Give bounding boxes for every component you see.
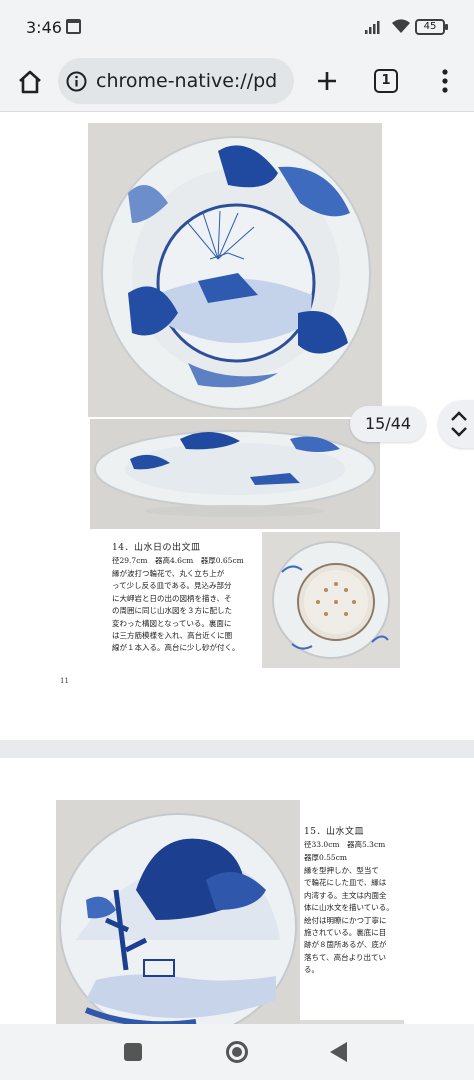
caption-item-14: 14．山水日の出文皿 径29.7cm 器高4.6cm 器厚0.65cm 縁が波打… <box>112 540 258 655</box>
url-text[interactable]: chrome-native://pd <box>96 70 277 92</box>
chevron-up-down-icon <box>451 411 467 437</box>
new-tab-icon[interactable] <box>312 66 342 96</box>
caption-line: で輪花にした皿で、縁は <box>304 878 387 888</box>
caption-line: 変わった構図となっている。裏面に <box>112 618 232 628</box>
plate-photo-landscape <box>56 800 300 1024</box>
caption-line: に大岬岩と日の出の図柄を描き、そ <box>112 593 232 603</box>
status-time: 3:46 <box>26 18 62 37</box>
plate-photo-front <box>88 123 382 417</box>
caption-line: 施されている。裏底に目 <box>304 928 387 938</box>
caption-meta: 径33.0cm 器高5.3cm <box>304 840 386 849</box>
calendar-icon <box>66 19 81 34</box>
signal-icon <box>365 21 380 34</box>
system-nav-bar <box>0 1024 474 1080</box>
caption-meta-2: 器厚0.55cm <box>304 853 348 862</box>
caption-line: 落ちて、高台より出てい <box>304 952 386 962</box>
browser-toolbar: chrome-native://pd 1 <box>0 52 474 112</box>
wifi-icon <box>392 19 410 33</box>
page-number: 11 <box>60 677 69 685</box>
caption-meta: 径29.7cm 器高4.6cm 器厚0.65cm <box>112 556 244 565</box>
pdf-page: 15．山水文皿 径33.0cm 器高5.3cm 器厚0.55cm 縁を型押しか、… <box>0 758 474 1024</box>
home-button[interactable] <box>226 1041 248 1063</box>
caption-line: の周囲に同じ山水図を３方に配した <box>112 606 232 616</box>
plate-photo-back <box>262 532 400 668</box>
address-bar[interactable]: chrome-native://pd <box>58 58 294 104</box>
plate-photo-side <box>90 419 380 529</box>
caption-body: 縁が波打つ輪花で、丸く立ち上が って少し反る皿である。見込み部分 に大岬岩と日の… <box>112 568 258 655</box>
home-icon[interactable] <box>16 68 44 96</box>
caption-line: 縁が波打つ輪花で、丸く立ち上が <box>112 569 225 578</box>
caption-line: は三方筋模様を入れ、高台近くに圏 <box>112 631 233 641</box>
more-menu-icon[interactable] <box>432 66 458 96</box>
info-icon[interactable] <box>66 71 87 92</box>
caption-line: って少し反る皿である。見込み部分 <box>112 581 232 591</box>
pdf-viewer[interactable]: 14．山水日の出文皿 径29.7cm 器高4.6cm 器厚0.65cm 縁が波打… <box>0 112 474 1024</box>
caption-title: 15．山水文皿 <box>304 827 364 837</box>
caption-line: 跡が８箇所あるが、底が <box>304 940 387 950</box>
caption-item-15: 15．山水文皿 径33.0cm 器高5.3cm 器厚0.55cm 縁を型押しか、… <box>304 824 414 977</box>
caption-line: る。 <box>304 965 319 975</box>
page-indicator: 15/44 <box>350 406 426 442</box>
caption-line: 縁を型押しか、型当て <box>304 866 379 875</box>
caption-line: 内湾する。主文は内面全 <box>304 890 387 900</box>
recents-button[interactable] <box>124 1043 142 1061</box>
caption-line: 絵付は明瞭にかつ丁寧に <box>304 915 387 925</box>
caption-line: 体に山水文を描いている。 <box>304 903 394 913</box>
fast-scroll-handle[interactable] <box>438 400 474 448</box>
status-bar: 3:46 45 <box>0 0 474 52</box>
caption-line: 線が１本入る。高台に少し砂が付く。 <box>112 643 240 653</box>
caption-title: 14．山水日の出文皿 <box>112 543 201 553</box>
battery-icon: 45 <box>415 19 448 35</box>
caption-body: 縁を型押しか、型当て で輪花にした皿で、縁は 内湾する。主文は内面全 体に山水文… <box>304 865 414 977</box>
back-button[interactable] <box>330 1042 347 1062</box>
tab-switcher-button[interactable]: 1 <box>374 69 398 93</box>
